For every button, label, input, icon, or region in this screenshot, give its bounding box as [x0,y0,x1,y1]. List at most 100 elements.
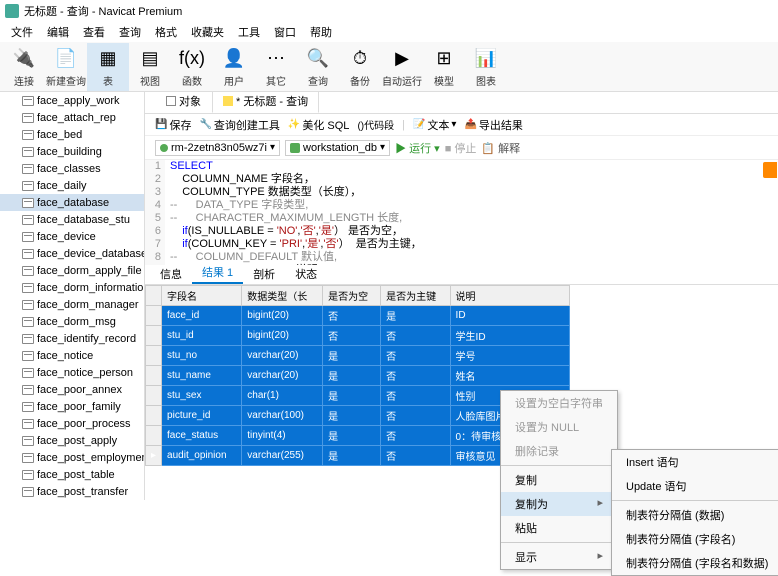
ctx-sub-item[interactable]: Insert 语句 [612,450,778,474]
toolbar-表[interactable]: ▦表 [87,43,129,91]
tree-item[interactable]: face_database [0,194,144,211]
cell[interactable]: 否 [381,366,450,386]
ctx-sub-item[interactable]: 制表符分隔值 (数据) [612,503,778,527]
database-select[interactable]: workstation_db ▾ [285,140,390,156]
ctx-sub-item[interactable]: 制表符分隔值 (字段名和数据) [612,551,778,575]
menu-item[interactable]: 编辑 [41,22,75,42]
object-tree[interactable]: face_apply_workface_attach_repface_bedfa… [0,92,145,500]
save-button[interactable]: 💾 保存 [155,117,191,133]
ctx-sub-item[interactable]: Update 语句 [612,474,778,498]
cell[interactable]: 否 [323,326,381,346]
tree-item[interactable]: face_device_database [0,245,144,262]
cell[interactable]: varchar(100) [242,406,323,426]
tree-item[interactable]: face_classes [0,160,144,177]
explain-button[interactable]: 📋 解释 [481,140,520,156]
tree-item[interactable]: face_notice [0,347,144,364]
text-button[interactable]: 📝 文本 ▾ [413,117,456,133]
tree-item[interactable]: face_dorm_informatior [0,279,144,296]
cell[interactable]: tinyint(4) [242,426,323,446]
tree-item[interactable]: face_post_transfer [0,483,144,500]
tree-item[interactable]: face_dorm_manager [0,296,144,313]
sql-editor[interactable]: SELECT COLUMN_NAME 字段名， COLUMN_TYPE 数据类型… [165,160,778,265]
ctx-item[interactable]: 复制为▸ [501,492,617,516]
query-builder-button[interactable]: 🔧 查询创建工具 [199,117,279,133]
cell[interactable]: stu_sex [162,386,242,406]
ctx-item[interactable]: 设置为 NULL [501,415,617,439]
cell[interactable]: face_id [162,306,242,326]
tree-item[interactable]: face_identify_record [0,330,144,347]
connection-select[interactable]: rm-2zetn83n05wz7i ▾ [155,140,280,156]
cell[interactable]: 学号 [450,346,569,366]
result-tab[interactable]: 剖析 [243,264,285,284]
menu-item[interactable]: 收藏夹 [185,22,230,42]
tree-item[interactable]: face_dorm_msg [0,313,144,330]
tree-item[interactable]: face_post_apply [0,432,144,449]
snippet-button[interactable]: ()代码段 [357,117,394,132]
cell[interactable]: 学生ID [450,326,569,346]
cell[interactable]: picture_id [162,406,242,426]
toolbar-函数[interactable]: f(x)函数 [171,43,213,91]
beautify-button[interactable]: ✨ 美化 SQL [288,117,350,133]
tree-item[interactable]: face_notice_person [0,364,144,381]
cell[interactable]: char(1) [242,386,323,406]
menu-item[interactable]: 查询 [113,22,147,42]
export-button[interactable]: 📤 导出结果 [464,117,522,133]
menu-item[interactable]: 窗口 [268,22,302,42]
cell[interactable]: stu_no [162,346,242,366]
col-header[interactable]: 说明 [450,286,569,306]
toolbar-用户[interactable]: 👤用户 [213,43,255,91]
tree-item[interactable]: face_poor_annex [0,381,144,398]
cell[interactable]: 否 [381,406,450,426]
tree-item[interactable]: face_attach_rep [0,109,144,126]
menu-item[interactable]: 格式 [149,22,183,42]
cell[interactable]: 否 [323,306,381,326]
cell[interactable]: audit_opinion [162,446,242,466]
cell[interactable]: ID [450,306,569,326]
result-tab[interactable]: 状态 [285,264,327,284]
toolbar-其它[interactable]: ⋯其它 [255,43,297,91]
cell[interactable]: varchar(20) [242,346,323,366]
cell[interactable]: 否 [381,346,450,366]
cell[interactable]: 是 [323,406,381,426]
menu-item[interactable]: 工具 [232,22,266,42]
tree-item[interactable]: face_device [0,228,144,245]
cell[interactable]: 否 [381,446,450,466]
tree-item[interactable]: face_dorm_apply_file [0,262,144,279]
result-tab[interactable]: 信息 [150,264,192,284]
ctx-item[interactable]: 设置为空白字符串 [501,391,617,415]
ctx-item[interactable]: 粘贴 [501,516,617,540]
toolbar-备份[interactable]: ⏱备份 [339,43,381,91]
tree-item[interactable]: face_database_stu [0,211,144,228]
cell[interactable]: 是 [323,366,381,386]
tree-item[interactable]: face_post_table [0,466,144,483]
tree-item[interactable]: face_poor_process [0,415,144,432]
tab-object[interactable]: 对象 [155,92,212,113]
cell[interactable]: stu_id [162,326,242,346]
cell[interactable]: bigint(20) [242,326,323,346]
col-header[interactable]: 是否为主键 [381,286,450,306]
tree-item[interactable]: face_poor_family [0,398,144,415]
ctx-item[interactable]: 删除记录 [501,439,617,463]
tree-item[interactable]: face_daily [0,177,144,194]
tree-item[interactable]: face_post_employmen [0,449,144,466]
run-button[interactable]: ▶ 运行 ▾ [395,140,440,156]
cell[interactable]: face_status [162,426,242,446]
menu-item[interactable]: 帮助 [304,22,338,42]
tree-item[interactable]: face_building [0,143,144,160]
cell[interactable]: 是 [323,426,381,446]
cell[interactable]: 姓名 [450,366,569,386]
result-tab[interactable]: 结果 1 [192,262,243,284]
toolbar-新建查询[interactable]: 📄新建查询 [45,43,87,91]
ctx-sub-item[interactable]: 制表符分隔值 (字段名) [612,527,778,551]
stop-button[interactable]: ■ 停止 [445,140,477,156]
menu-item[interactable]: 文件 [5,22,39,42]
cell[interactable]: 是 [323,386,381,406]
cell[interactable]: 是 [381,306,450,326]
cell[interactable]: bigint(20) [242,306,323,326]
side-panel-icon[interactable] [763,162,777,178]
toolbar-视图[interactable]: ▤视图 [129,43,171,91]
cell[interactable]: 否 [381,426,450,446]
toolbar-自动运行[interactable]: ▶自动运行 [381,43,423,91]
cell[interactable]: 是 [323,346,381,366]
menu-item[interactable]: 查看 [77,22,111,42]
